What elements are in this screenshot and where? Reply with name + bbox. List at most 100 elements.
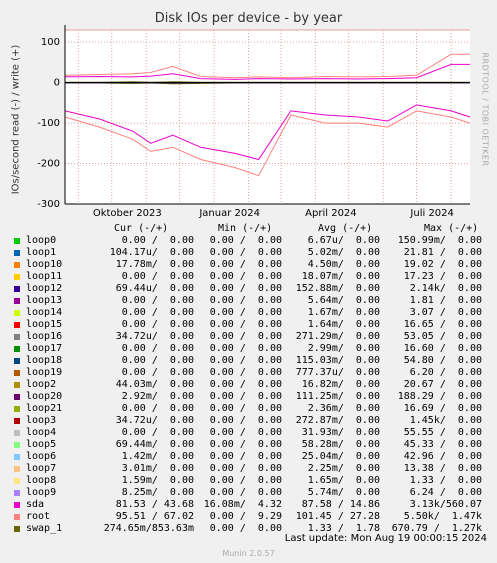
legend-min-value: 0.00 / 9.29 [209,511,282,522]
legend-cur-value: 69.44u/ 0.00 [115,283,194,294]
legend-cur-value: 95.51 / 67.02 [115,511,194,522]
legend-header-min: Min (-/+) [218,223,273,234]
legend-max-value: 17.23 / 0.00 [403,271,482,282]
legend-max-value: 6.20 / 0.00 [409,367,482,378]
legend-name: loop20 [26,391,63,402]
legend-row: loop21 0.00 / 0.00 0.00 / 0.00 2.36m/ 0.00 1… [0,403,497,415]
legend-cur-value: 34.72u/ 0.00 [115,415,194,426]
legend-avg-value: 115.03m/ 0.00 [295,355,380,366]
legend-row: loop6 1.42m/ 0.00 0.00 / 0.00 25.04m/ 0.00 4… [0,451,497,463]
legend-min-value: 0.00 / 0.00 [209,415,282,426]
legend-max-value: 16.60 / 0.00 [403,343,482,354]
legend-swatch [14,262,20,268]
legend-max-value: 3.13k/560.07 [409,499,482,510]
legend-header-avg: Avg (-/+) [318,223,373,234]
legend-swatch [14,406,20,412]
legend-avg-value: 2.36m/ 0.00 [307,403,380,414]
legend-name: swap_1 [26,523,63,534]
legend-cur-value: 2.92m/ 0.00 [121,391,194,402]
legend-min-value: 0.00 / 0.00 [209,475,282,486]
legend-cur-value: 17.78m/ 0.00 [115,259,194,270]
legend-avg-value: 5.74m/ 0.00 [307,487,380,498]
legend-min-value: 0.00 / 0.00 [209,355,282,366]
legend-swatch [14,526,20,532]
legend-name: loop1 [26,247,57,258]
legend-name: loop7 [26,463,57,474]
legend-min-value: 0.00 / 0.00 [209,343,282,354]
legend-max-value: 20.67 / 0.00 [403,379,482,390]
legend-cur-value: 34.72u/ 0.00 [115,331,194,342]
legend-cur-value: 0.00 / 0.00 [121,343,194,354]
legend-row: loop7 3.01m/ 0.00 0.00 / 0.00 2.25m/ 0.00 13… [0,463,497,475]
legend-max-value: 13.38 / 0.00 [403,463,482,474]
legend-swatch [14,322,20,328]
legend-min-value: 0.00 / 0.00 [209,391,282,402]
legend-cur-value: 0.00 / 0.00 [121,235,194,246]
legend-avg-value: 16.82m/ 0.00 [301,379,380,390]
legend-name: loop12 [26,283,63,294]
legend-min-value: 0.00 / 0.00 [209,331,282,342]
footer: Munin 2.0.57 [222,549,275,558]
legend-min-value: 0.00 / 0.00 [209,427,282,438]
legend-row: loop11 0.00 / 0.00 0.00 / 0.00 18.07m/ 0.00… [0,271,497,283]
legend-cur-value: 0.00 / 0.00 [121,271,194,282]
legend-row: loop10 17.78m/ 0.00 0.00 / 0.00 4.50m/ 0.00… [0,259,497,271]
legend-row: loop13 0.00 / 0.00 0.00 / 0.00 5.64m/ 0.00 1… [0,295,497,307]
legend-avg-value: 1.65m/ 0.00 [307,475,380,486]
legend-avg-value: 5.02m/ 0.00 [307,247,380,258]
legend-max-value: 45.33 / 0.00 [403,439,482,450]
legend-max-value: 150.99m/ 0.00 [397,235,482,246]
legend-min-value: 0.00 / 0.00 [209,235,282,246]
legend-row: loop18 0.00 / 0.00 0.00 / 0.00 115.03m/ 0.0… [0,355,497,367]
legend-max-value: 1.45k/ 0.00 [409,415,482,426]
last-update: Last update: Mon Aug 19 00:00:15 2024 [284,533,487,544]
legend-swatch [14,250,20,256]
legend-name: loop3 [26,415,57,426]
legend-cur-value: 0.00 / 0.00 [121,355,194,366]
legend-min-value: 0.00 / 0.00 [209,379,282,390]
legend-row: loop1 104.17u/ 0.00 0.00 / 0.00 5.02m/ 0.00… [0,247,497,259]
legend-max-value: 5.50k/ 1.47k [403,511,482,522]
legend-cur-value: 81.53 / 43.68 [115,499,194,510]
legend-name: loop13 [26,295,63,306]
legend-row: root 95.51 / 67.02 0.00 / 9.29 101.45 / 27.… [0,511,497,523]
legend-name: loop18 [26,355,63,366]
legend-swatch [14,442,20,448]
legend-row: loop3 34.72u/ 0.00 0.00 / 0.00 272.87m/ 0.0… [0,415,497,427]
legend-swatch [14,382,20,388]
legend-cur-value: 0.00 / 0.00 [121,367,194,378]
legend-row: loop8 1.59m/ 0.00 0.00 / 0.00 1.65m/ 0.00 1.… [0,475,497,487]
legend-swatch [14,490,20,496]
legend-row: loop14 0.00 / 0.00 0.00 / 0.00 1.67m/ 0.00 3… [0,307,497,319]
legend-max-value: 53.05 / 0.00 [403,331,482,342]
legend-cur-value: 0.00 / 0.00 [121,307,194,318]
legend-name: loop4 [26,427,57,438]
legend-swatch [14,454,20,460]
legend-avg-value: 152.88m/ 0.00 [295,283,380,294]
legend-min-value: 0.00 / 0.00 [209,247,282,258]
legend-max-value: 2.14k/ 0.00 [409,283,482,294]
legend-name: loop15 [26,319,63,330]
legend-cur-value: 1.59m/ 0.00 [121,475,194,486]
legend-avg-value: 272.87m/ 0.00 [295,415,380,426]
legend-row: loop2 44.03m/ 0.00 0.00 / 0.00 16.82m/ 0.00… [0,379,497,391]
legend-row: loop12 69.44u/ 0.00 0.00 / 0.00 152.88m/ 0.… [0,283,497,295]
legend-header-cur: Cur (-/+) [114,223,169,234]
legend-cur-value: 0.00 / 0.00 [121,295,194,306]
legend-min-value: 0.00 / 0.00 [209,463,282,474]
legend-min-value: 0.00 / 0.00 [209,259,282,270]
legend: Cur (-/+) Min (-/+) Avg (-/+) Max (-/+) … [0,0,497,563]
legend-min-value: 0.00 / 0.00 [209,271,282,282]
legend-cur-value: 274.65m/853.63m [103,523,194,534]
legend-swatch [14,478,20,484]
legend-cur-value: 1.42m/ 0.00 [121,451,194,462]
legend-row: loop17 0.00 / 0.00 0.00 / 0.00 2.99m/ 0.00 1… [0,343,497,355]
legend-cur-value: 3.01m/ 0.00 [121,463,194,474]
legend-row: loop4 0.00 / 0.00 0.00 / 0.00 31.93m/ 0.00 5… [0,427,497,439]
legend-avg-value: 58.28m/ 0.00 [301,439,380,450]
legend-swatch [14,346,20,352]
legend-cur-value: 0.00 / 0.00 [121,403,194,414]
legend-swatch [14,394,20,400]
legend-cur-value: 0.00 / 0.00 [121,319,194,330]
legend-max-value: 1.81 / 0.00 [409,295,482,306]
